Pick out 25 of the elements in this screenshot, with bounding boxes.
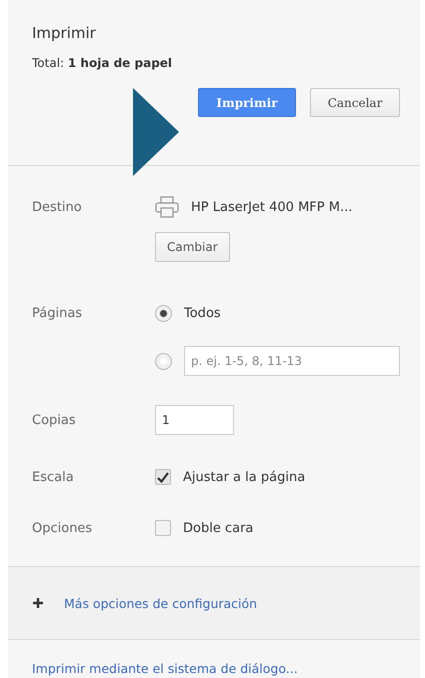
destination-label: Destino (32, 200, 83, 214)
page-range-field[interactable]: p. ej. 1-5, 8, 11-13 (184, 346, 400, 376)
radio-label: Todos (184, 306, 221, 320)
change-button[interactable]: Cambiar (155, 232, 230, 262)
system-dialog-link[interactable]: Imprimir mediante el sistema de diálogo... (32, 661, 298, 676)
cancel-button[interactable]: Cancelar (310, 88, 400, 117)
plus-icon (32, 597, 44, 609)
options-label: Opciones (32, 520, 94, 536)
printer-name: HP LaserJet 400 MFP M... (191, 200, 352, 214)
radio-button[interactable] (155, 352, 172, 370)
total-pages-text: Total: 1 hoja de papel (32, 56, 174, 70)
more-settings-link[interactable]: Más opciones de configuración (64, 596, 258, 610)
copies-label: Copias (32, 412, 77, 428)
checkbox-label: Doble cara (183, 520, 254, 536)
pages-label: Páginas (32, 306, 84, 320)
copies-field[interactable]: 1 (155, 405, 234, 435)
dialog-title: Imprimir (32, 24, 97, 42)
checkbox-label: Ajustar a la página (183, 470, 306, 484)
pointer-triangle-icon (133, 88, 179, 176)
radio-button[interactable] (155, 304, 172, 322)
checkbox[interactable] (155, 520, 171, 536)
checkbox[interactable] (155, 469, 171, 485)
printer-icon (155, 196, 179, 218)
scale-label: Escala (32, 470, 75, 484)
print-button[interactable]: Imprimir (198, 88, 296, 117)
